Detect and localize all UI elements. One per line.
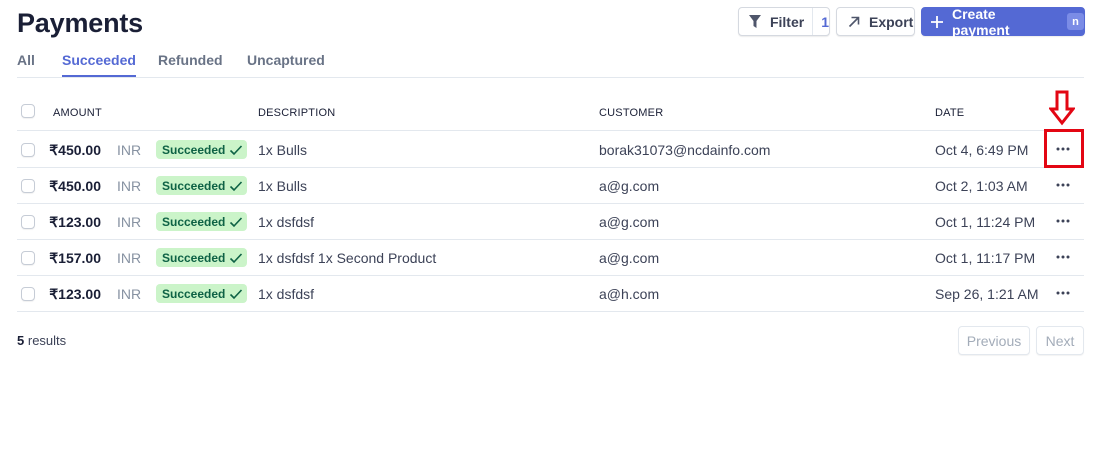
down-arrow-annotation-icon (1049, 90, 1075, 126)
filter-divider (812, 8, 814, 35)
description-cell: 1x dsfdsf (258, 214, 315, 230)
table-header: AMOUNT DESCRIPTION CUSTOMER DATE (17, 96, 1084, 131)
results-summary: 5 results (17, 333, 66, 348)
status-label: Succeeded (162, 214, 226, 229)
customer-cell[interactable]: borak31073@ncdainfo.com (599, 142, 770, 158)
tab-refunded[interactable]: Refunded (158, 52, 223, 77)
tab-uncaptured[interactable]: Uncaptured (247, 52, 325, 77)
description-cell: 1x Bulls (258, 178, 308, 194)
description-cell: 1x dsfdsf 1x Second Product (258, 250, 437, 266)
table-row[interactable]: ₹450.00 INR Succeeded 1x Bulls a@g.com Oct 2,… (17, 168, 1084, 204)
table-row[interactable]: ₹123.00 INR Succeeded 1x dsfdsf a@g.com Oct 1… (17, 204, 1084, 240)
header-description[interactable]: DESCRIPTION (258, 107, 335, 119)
status-label: Succeeded (162, 142, 226, 157)
check-icon (230, 216, 243, 227)
check-icon (230, 180, 243, 191)
amount-cell: ₹450.00 (49, 178, 101, 194)
customer-cell[interactable]: a@h.com (599, 286, 659, 302)
check-icon (230, 144, 243, 155)
results-count: 5 (17, 333, 25, 348)
export-button[interactable]: Export (836, 7, 915, 36)
status-tabs: All Succeeded Refunded Uncaptured (17, 50, 1084, 78)
status-label: Succeeded (162, 286, 226, 301)
plus-icon (931, 15, 943, 28)
tab-all[interactable]: All (17, 52, 35, 77)
export-label: Export (869, 13, 914, 30)
status-badge: Succeeded (156, 176, 248, 195)
currency-cell: INR (117, 178, 142, 194)
status-badge: Succeeded (156, 284, 248, 303)
table-row[interactable]: ₹450.00 INR Succeeded 1x Bulls borak31073@nc… (17, 132, 1084, 168)
customer-cell[interactable]: a@g.com (599, 250, 659, 266)
more-dots-icon (1056, 183, 1070, 187)
amount-cell: ₹123.00 (49, 214, 101, 230)
more-dots-icon (1056, 255, 1070, 259)
previous-page-button[interactable]: Previous (958, 326, 1030, 355)
date-cell: Oct 1, 11:17 PM (935, 250, 1036, 266)
amount-cell: ₹157.00 (49, 250, 101, 266)
status-label: Succeeded (162, 250, 226, 265)
status-label: Succeeded (162, 178, 226, 193)
header-date[interactable]: DATE (935, 107, 964, 119)
page-title: Payments (17, 8, 143, 38)
export-arrow-icon (848, 16, 860, 27)
table-row[interactable]: ₹123.00 INR Succeeded 1x dsfdsf a@h.com Sep 2… (17, 276, 1084, 312)
date-cell: Oct 2, 1:03 AM (935, 178, 1028, 194)
description-cell: 1x dsfdsf (258, 286, 315, 302)
status-badge: Succeeded (156, 140, 248, 159)
currency-cell: INR (117, 286, 142, 302)
annotation-highlight-box (1044, 129, 1084, 168)
date-cell: Sep 26, 1:21 AM (935, 286, 1039, 302)
amount-cell: ₹450.00 (49, 142, 101, 158)
currency-cell: INR (117, 142, 142, 158)
tab-succeeded[interactable]: Succeeded (62, 52, 136, 77)
header-customer[interactable]: CUSTOMER (599, 107, 663, 119)
currency-cell: INR (117, 250, 142, 266)
currency-cell: INR (117, 214, 142, 230)
next-page-button[interactable]: Next (1036, 326, 1084, 355)
row-actions-button[interactable] (1052, 282, 1074, 304)
customer-cell[interactable]: a@g.com (599, 178, 659, 194)
row-actions-button[interactable] (1052, 246, 1074, 268)
filter-icon (749, 14, 761, 28)
create-payment-label: Create payment (952, 5, 1010, 38)
customer-cell[interactable]: a@g.com (599, 214, 659, 230)
check-icon (230, 252, 243, 263)
results-label: results (27, 333, 67, 348)
row-actions-button[interactable] (1052, 174, 1074, 196)
description-cell: 1x Bulls (258, 142, 308, 158)
row-actions-button[interactable] (1052, 210, 1074, 232)
status-badge: Succeeded (156, 212, 248, 231)
more-dots-icon (1056, 219, 1070, 223)
keyboard-shortcut-badge: n (1067, 13, 1085, 30)
date-cell: Oct 1, 11:24 PM (935, 214, 1036, 230)
table-row[interactable]: ₹157.00 INR Succeeded 1x dsfdsf 1x Second P… (17, 240, 1084, 276)
filter-count: 1 (821, 13, 829, 30)
more-dots-icon (1056, 291, 1070, 295)
select-all-checkbox[interactable] (21, 104, 35, 118)
amount-cell: ₹123.00 (49, 286, 101, 302)
status-badge: Succeeded (156, 248, 248, 267)
filter-button[interactable]: Filter 1 (738, 7, 830, 36)
date-cell: Oct 4, 6:49 PM (935, 142, 1029, 158)
filter-label: Filter (769, 13, 805, 30)
check-icon (230, 288, 243, 299)
create-payment-button[interactable]: Create payment n (921, 5, 1085, 38)
header-amount[interactable]: AMOUNT (53, 107, 102, 119)
